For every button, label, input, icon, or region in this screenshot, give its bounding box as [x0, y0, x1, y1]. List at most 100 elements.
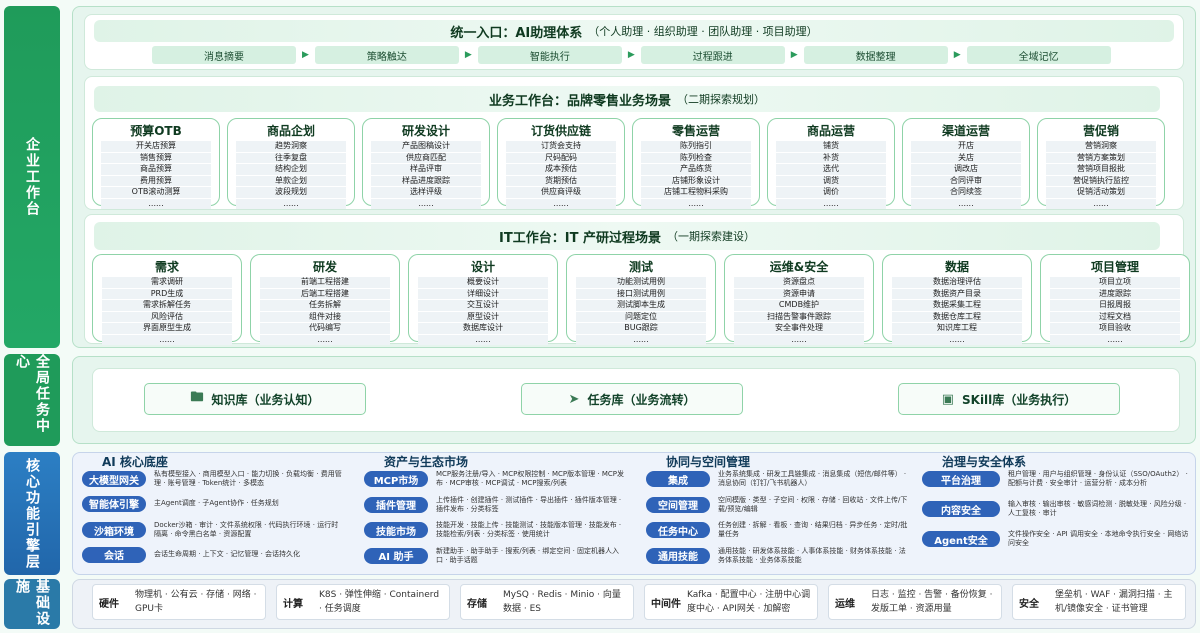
core-function-button[interactable]: 会话 [82, 546, 146, 563]
chevron-right-icon: ▶ [790, 50, 798, 60]
it-title: IT工作台：IT 产研过程场景 （一期探索建设） [94, 222, 1160, 250]
biz-column: 商品企划 趋势洞察 往季复盘 结构企划 单款企划 波段规划...... [227, 118, 355, 209]
column-item: 数据资产目录 [891, 288, 1023, 299]
core-function-desc: 主Agent调度 · 子Agent协作 · 任务规划 [154, 499, 279, 507]
column-heading: 数据 [944, 260, 969, 274]
core-function-button[interactable]: 插件管理 [364, 496, 428, 513]
column-item: 营销方案策划 [1045, 152, 1157, 163]
column-item: 波段规划 [235, 187, 347, 198]
column-item: 产品图稿设计 [370, 141, 482, 152]
column-item: 选代 [775, 164, 887, 175]
column-item: 详细设计 [417, 288, 549, 299]
task-library[interactable]: ➤ 任务库（业务流转） [521, 383, 743, 415]
ai-chip[interactable]: 消息摘要 [152, 46, 296, 64]
ai-assistant-subtitle: （个人助理 · 组织助理 · 团队助理 · 项目助理） [588, 25, 818, 38]
ai-chip[interactable]: 过程跟进 [640, 46, 785, 64]
core-function-desc: 空间模版 · 类型 · 子空间 · 权限 · 存储 · 回收站 · 文件上传/下… [718, 495, 908, 513]
column-item: 趋势洞察 [235, 141, 347, 152]
column-item: 样品评审 [370, 164, 482, 175]
infra-key: 计算 [283, 598, 303, 610]
chevron-right-icon: ▶ [953, 50, 961, 60]
column-heading: 项目管理 [1090, 260, 1139, 274]
column-item: 数据采集工程 [891, 300, 1023, 311]
column-item: 测试脚本生成 [575, 300, 707, 311]
core-function-button[interactable]: 内容安全 [922, 501, 1000, 517]
core-function-desc: Docker沙箱 · 审计 · 文件系统权限 · 代码执行环境 · 运行时隔离 … [154, 521, 339, 538]
it-column: 运维&安全 资源盘点 资源申请 CMDB维护 扫描告警事件跟踪 安全事件处理...... [724, 254, 874, 345]
column-item: 组件对接 [259, 311, 391, 322]
core-function-button[interactable]: 沙箱环境 [82, 522, 146, 538]
column-item: 营销项目报批 [1045, 164, 1157, 175]
chevron-right-icon: ▶ [302, 50, 309, 60]
core-function-button[interactable]: 任务中心 [646, 522, 710, 538]
core-section-title: 治理与安全体系 [942, 455, 1027, 469]
business-title-text: 业务工作台：品牌零售业务场景 [488, 93, 671, 109]
column-item: 界面原型生成 [101, 323, 233, 334]
infra-key: 运维 [835, 598, 855, 610]
core-row: 集成 业务系统集成 · 研发工具链集成 · 消息集成（短信/邮件等） · 消息协同… [646, 470, 916, 488]
core-function-button[interactable]: Agent安全 [922, 531, 1000, 547]
column-item: 店铺形象设计 [640, 175, 752, 186]
column-item: 资源盘点 [733, 277, 865, 288]
infra-value: 日志 · 监控 · 告警 · 备份恢复 · 发版工单 · 资源用量 [871, 590, 993, 614]
infra-block: 硬件 物理机 · 公有云 · 存储 · 网络 · GPU卡 [92, 584, 266, 620]
column-item: 调货 [775, 175, 887, 186]
business-title: 业务工作台：品牌零售业务场景 （二期探索规划） [94, 86, 1160, 112]
column-item: 需求拆解任务 [101, 300, 233, 311]
column-item: 数据库设计 [417, 323, 549, 334]
core-function-desc: 输入审核 · 输出审核 · 敏感词检测 · 脱敏处理 · 风险分级 · 人工复核… [1008, 500, 1187, 517]
core-function-button[interactable]: 智能体引擎 [82, 495, 146, 512]
core-row: 空间管理 空间模版 · 类型 · 子空间 · 权限 · 存储 · 回收站 · 文件… [646, 496, 916, 514]
core-function-button[interactable]: 通用技能 [646, 547, 710, 564]
core-function-button[interactable]: MCP市场 [364, 471, 428, 487]
knowledge-library-label: 知识库（业务认知） [211, 392, 320, 407]
column-item: 项目立项 [1049, 277, 1181, 288]
infra-key: 存储 [467, 598, 487, 610]
core-function-button[interactable]: 大模型网关 [82, 471, 146, 487]
column-item: 项目验收 [1049, 323, 1181, 334]
column-item: CMDB维护 [733, 300, 865, 311]
core-function-button[interactable]: 平台治理 [922, 471, 1000, 487]
core-row: 智能体引擎 主Agent调度 · 子Agent协作 · 任务规划 [82, 495, 352, 512]
core-function-desc: 业务系统集成 · 研发工具链集成 · 消息集成（短信/邮件等） · 消息协同（钉… [718, 470, 907, 487]
it-column: 数据 数据治理评估 数据资产目录 数据采集工程 数据仓库工程 知识库工程...... [882, 254, 1032, 345]
biz-column: 零售运营 陈列指引 陈列检查 产品练货 店铺形象设计 店铺工程物料采购...... [632, 118, 760, 209]
column-item: 问题定位 [575, 311, 707, 322]
core-function-button[interactable]: 技能市场 [364, 522, 428, 538]
core-function-button[interactable]: 集成 [646, 471, 710, 487]
core-row: AI 助手 新建助手 · 助手助手 · 搜索/列表 · 绑定空间 · 固定机器人入… [364, 547, 634, 565]
core-function-button[interactable]: AI 助手 [364, 547, 428, 564]
core-function-desc: 新建助手 · 助手助手 · 搜索/列表 · 绑定空间 · 固定机器人入口 · 助… [436, 546, 620, 564]
skill-library[interactable]: ▣ SKill库（业务执行） [898, 383, 1120, 415]
column-item: 补货 [775, 152, 887, 163]
core-function-button[interactable]: 空间管理 [646, 496, 710, 513]
column-item: 调价 [775, 187, 887, 198]
cube-icon: ▣ [941, 391, 954, 407]
column-item: 样品进度跟踪 [370, 175, 482, 186]
column-item: 任务拆解 [259, 300, 391, 311]
column-item: 关店 [910, 152, 1022, 163]
ai-chip[interactable]: 全域记忆 [966, 46, 1111, 64]
column-item: 供应商匹配 [370, 152, 482, 163]
column-item: 店铺工程物料采购 [640, 187, 752, 198]
ai-chip-row: 消息摘要 ▶ 策略触达 ▶ 智能执行 ▶ 过程跟进 ▶ 数据整理 ▶ 全域记忆 [152, 46, 1152, 64]
column-item: 原型设计 [417, 311, 549, 322]
column-item: 合同续签 [910, 187, 1022, 198]
ai-chip[interactable]: 智能执行 [477, 46, 622, 64]
knowledge-library[interactable]: 🖿 知识库（业务认知） [144, 383, 366, 415]
column-heading: 测试 [628, 260, 653, 274]
core-function-desc: 通用技能 · 研发体系技能 · 人事体系技能 · 财务体系技能 · 法务体系技能… [718, 546, 906, 564]
ai-chip[interactable]: 数据整理 [803, 46, 948, 64]
infra-value: K8S · 弹性伸缩 · Containerd · 任务调度 [319, 590, 440, 614]
column-item: ...... [417, 334, 549, 345]
core-row: 平台治理 租户管理 · 用户与组织管理 · 身份认证（SSO/OAuth2） · … [922, 470, 1192, 488]
core-row: 技能市场 技能开发 · 技能上传 · 技能测试 · 技能版本管理 · 技能发布 ·… [364, 521, 634, 539]
infra-block: 存储 MySQ · Redis · Minio · 向量数据 · ES [460, 584, 634, 620]
column-heading: 商品运营 [806, 124, 855, 138]
infra-key: 硬件 [99, 598, 119, 610]
ai-chip[interactable]: 策略触达 [314, 46, 459, 64]
core-row: Agent安全 文件操作安全 · API 调用安全 · 本地命令执行安全 · 网络… [922, 530, 1192, 548]
column-item: PRD生成 [101, 288, 233, 299]
it-column: 需求 需求调研 PRD生成 需求拆解任务 风险评估 界面原型生成...... [92, 254, 242, 345]
column-item: 代码编写 [259, 323, 391, 334]
